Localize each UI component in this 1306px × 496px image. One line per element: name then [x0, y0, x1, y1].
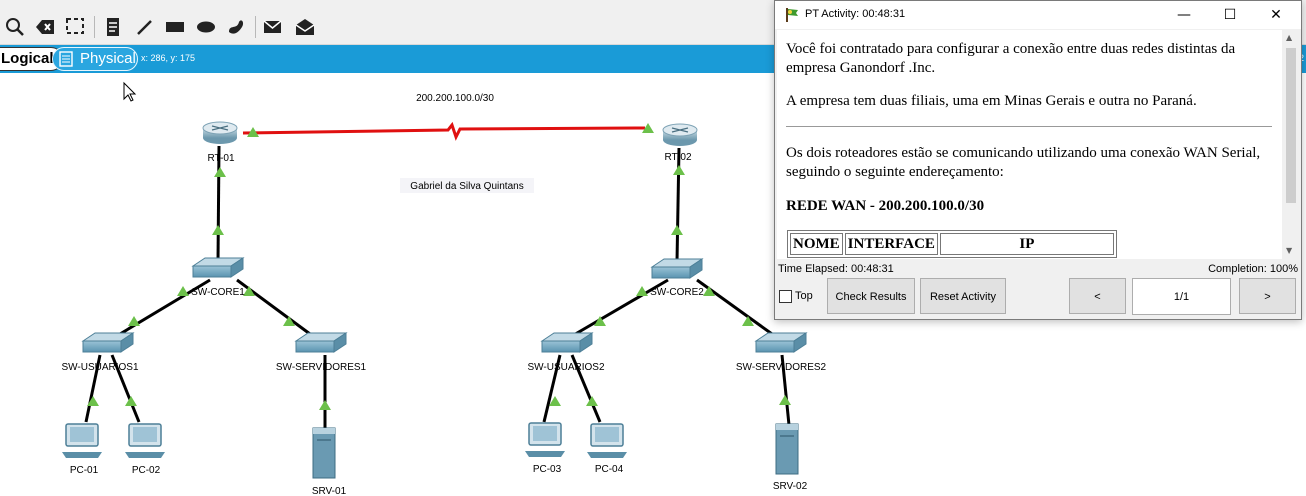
- router-rt01[interactable]: [202, 121, 238, 144]
- table-header-ip: IP: [939, 233, 1114, 255]
- activity-title: PT Activity: 00:48:31: [805, 8, 906, 20]
- pc01-label: PC-01: [70, 465, 99, 476]
- rectangle-icon[interactable]: [164, 16, 186, 38]
- logical-tab-label: Logical: [1, 50, 54, 67]
- instructions-scrollbar[interactable]: ▲ ▼: [1282, 30, 1299, 259]
- mouse-cursor-icon: [123, 81, 137, 102]
- line-icon[interactable]: [134, 16, 156, 38]
- top-checkbox-label: Top: [795, 290, 813, 302]
- link-up-indicator: [87, 396, 99, 406]
- ellipse-icon[interactable]: [195, 16, 217, 38]
- pc-02[interactable]: [125, 423, 165, 458]
- freeform-icon[interactable]: [225, 16, 247, 38]
- previous-page-button[interactable]: <: [1069, 278, 1126, 314]
- rt01-label: RT-01: [207, 153, 234, 164]
- link-up-indicator: [128, 316, 140, 326]
- link-up-indicator: [779, 395, 791, 405]
- sw-core2-label: SW-CORE2: [650, 287, 704, 298]
- time-elapsed: Time Elapsed: 00:48:31: [778, 263, 894, 275]
- rt02-label: RT-02: [664, 152, 691, 163]
- physical-tab-label: Physical: [80, 50, 136, 67]
- link-up-indicator: [673, 165, 685, 175]
- complex-pdu-icon[interactable]: [294, 16, 316, 38]
- table-header-nome: NOME: [790, 233, 843, 255]
- completion-percent: Completion: 100%: [1208, 263, 1298, 275]
- pc02-label: PC-02: [132, 465, 161, 476]
- activity-title-bar[interactable]: PT Activity: 00:48:31 — ☐ ✕: [775, 1, 1301, 29]
- sw-usuarios2-label: SW-USUARIOS2: [527, 362, 604, 373]
- serial-wan-link[interactable]: [242, 121, 646, 141]
- switch-sw-core2[interactable]: [650, 258, 704, 279]
- pc04-label: PC-04: [595, 464, 624, 475]
- sw-core1-label: SW-CORE1: [191, 287, 245, 298]
- instruction-paragraph-3: Os dois roteadores estão se comunicando …: [786, 145, 1261, 180]
- page-indicator: 1/1: [1132, 278, 1231, 315]
- link-up-indicator: [319, 400, 331, 410]
- pc-04[interactable]: [587, 423, 627, 458]
- delete-icon[interactable]: [34, 16, 56, 38]
- instruction-divider: [786, 126, 1272, 127]
- sw-usuarios1-label: SW-USUARIOS1: [61, 362, 138, 373]
- maximize-button[interactable]: ☐: [1219, 5, 1241, 25]
- scroll-down-icon[interactable]: ▼: [1286, 246, 1292, 255]
- wan-network-heading: REDE WAN - 200.200.100.0/30: [786, 198, 985, 214]
- cable-rt02-core2[interactable]: [675, 147, 681, 263]
- author-note[interactable]: Gabriel da Silva Quintans: [410, 181, 523, 192]
- reset-activity-button[interactable]: Reset Activity: [920, 278, 1006, 314]
- wan-network-label: 200.200.100.0/30: [416, 93, 494, 104]
- switch-sw-servidores1[interactable]: [294, 332, 348, 353]
- instruction-paragraph-2: A empresa tem duas filiais, uma em Minas…: [786, 93, 1197, 109]
- srv02-label: SRV-02: [773, 481, 808, 492]
- table-header-interface: INTERFACE: [844, 233, 938, 255]
- close-button[interactable]: ✕: [1265, 5, 1287, 25]
- physical-tab[interactable]: Physical: [52, 47, 138, 71]
- link-up-indicator: [586, 396, 598, 406]
- add-pdu-icon[interactable]: [262, 16, 284, 38]
- select-icon[interactable]: [64, 16, 86, 38]
- note-icon[interactable]: [102, 16, 124, 38]
- top-checkbox[interactable]: [779, 290, 792, 303]
- switch-sw-core1[interactable]: [191, 257, 245, 278]
- pc03-label: PC-03: [533, 464, 562, 475]
- search-icon[interactable]: [4, 16, 26, 38]
- sw-servidores1-label: SW-SERVIDORES1: [276, 362, 367, 373]
- link-up-indicator: [212, 225, 224, 235]
- scrollbar-thumb[interactable]: [1286, 48, 1296, 203]
- cursor-coordinates: x: 286, y: 175: [141, 53, 196, 63]
- activity-flag-icon: [786, 8, 798, 22]
- activity-instructions[interactable]: Você foi contratado para configurar a co…: [777, 30, 1282, 259]
- pt-activity-window[interactable]: PT Activity: 00:48:31 — ☐ ✕ Você foi con…: [774, 0, 1302, 320]
- switch-sw-usuarios1[interactable]: [81, 332, 135, 353]
- link-up-indicator: [671, 225, 683, 235]
- server-srv-02[interactable]: [775, 423, 799, 475]
- pc-01[interactable]: [62, 423, 102, 458]
- minimize-button[interactable]: —: [1173, 5, 1195, 25]
- link-up-indicator: [214, 167, 226, 177]
- switch-sw-usuarios2[interactable]: [540, 332, 594, 353]
- link-up-indicator: [177, 286, 189, 296]
- pc-03[interactable]: [525, 422, 565, 457]
- switch-sw-servidores2[interactable]: [754, 332, 808, 353]
- next-page-button[interactable]: >: [1239, 278, 1296, 314]
- router-rt02[interactable]: [662, 123, 698, 146]
- server-srv-01[interactable]: [312, 427, 336, 479]
- instruction-paragraph-1: Você foi contratado para configurar a co…: [786, 41, 1236, 76]
- physical-workspace-icon: [59, 51, 73, 67]
- sw-servidores2-label: SW-SERVIDORES2: [736, 362, 827, 373]
- scroll-up-icon[interactable]: ▲: [1286, 33, 1292, 42]
- check-results-button[interactable]: Check Results: [827, 278, 915, 314]
- addressing-table: NOME INTERFACE IP: [787, 230, 1117, 258]
- srv01-label: SRV-01: [312, 486, 347, 496]
- link-up-indicator: [125, 396, 137, 406]
